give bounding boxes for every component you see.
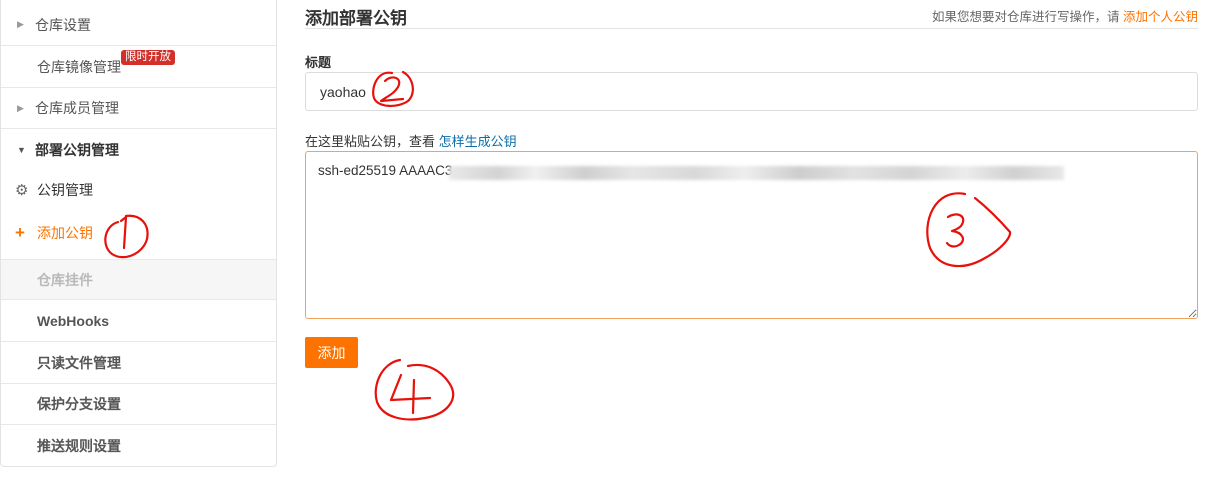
sidebar-item-label: 保护分支设置 — [37, 396, 121, 412]
sidebar-item-label: WebHooks — [37, 312, 110, 329]
gear-icon: ⚙ — [15, 182, 29, 199]
title-input[interactable] — [305, 72, 1198, 111]
sidebar-item-protected-branches[interactable]: 保护分支设置 — [1, 384, 276, 425]
sidebar-item-label: 仓库镜像管理 — [37, 58, 121, 75]
sidebar-item-member-management[interactable]: ▶ 仓库成员管理 — [1, 88, 276, 129]
annotation-4-mark — [374, 358, 455, 421]
settings-sidebar: ▶ 仓库设置 仓库镜像管理 限时开放 ▶ 仓库成员管理 ▼ 部署公钥管理 ⚙ 公… — [0, 0, 277, 467]
sidebar-item-label: 部署公钥管理 — [35, 141, 119, 158]
caret-right-icon: ▶ — [17, 102, 24, 113]
sidebar-item-mirror-management[interactable]: 仓库镜像管理 限时开放 — [1, 46, 276, 88]
page-header: 添加部署公钥 如果您想要对仓库进行写操作，请 添加个人公钥 — [305, 0, 1198, 29]
hint-text: 如果您想要对仓库进行写操作，请 — [931, 10, 1120, 24]
add-button[interactable]: 添加 — [305, 337, 358, 368]
sidebar-item-label: 公钥管理 — [37, 182, 93, 198]
key-label-text: 在这里粘贴公钥，查看 — [305, 134, 436, 149]
sidebar-item-readonly-files[interactable]: 只读文件管理 — [1, 342, 276, 384]
sidebar-item-label: 仓库成员管理 — [35, 100, 119, 116]
sidebar-item-webhooks[interactable]: WebHooks — [1, 300, 276, 342]
public-key-textarea[interactable]: ssh-ed25519 AAAAC3 — [305, 151, 1198, 319]
title-label: 标题 — [305, 55, 332, 70]
header-hint: 如果您想要对仓库进行写操作，请 添加个人公钥 — [932, 6, 1198, 25]
sidebar-item-repo-settings[interactable]: ▶ 仓库设置 — [1, 4, 276, 46]
key-label: 在这里粘贴公钥，查看 怎样生成公钥 — [305, 131, 517, 150]
how-to-generate-key-link[interactable]: 怎样生成公钥 — [439, 134, 517, 149]
sidebar-item-label: 仓库设置 — [35, 16, 91, 33]
sidebar-item-push-rules[interactable]: 推送规则设置 — [1, 425, 276, 466]
limited-time-badge: 限时开放 — [121, 50, 175, 65]
page-title: 添加部署公钥 — [305, 9, 407, 28]
sidebar-subitem-key-management[interactable]: ⚙ 公钥管理 — [1, 170, 276, 210]
sidebar-item-label: 仓库挂件 — [37, 271, 93, 288]
sidebar-item-label: 推送规则设置 — [37, 437, 121, 454]
caret-right-icon: ▶ — [17, 19, 24, 29]
sidebar-item-deploy-key-management[interactable]: ▼ 部署公钥管理 — [1, 129, 276, 170]
sidebar-item-label: 只读文件管理 — [37, 354, 121, 371]
caret-down-icon: ▼ — [17, 144, 26, 155]
sidebar-item-label: 添加公钥 — [37, 225, 93, 241]
plus-icon: + — [15, 223, 25, 242]
sidebar-item-widgets: 仓库挂件 — [1, 259, 276, 300]
add-personal-key-link[interactable]: 添加个人公钥 — [1123, 10, 1198, 24]
sidebar-subitem-add-key[interactable]: + 添加公钥 — [1, 213, 276, 253]
